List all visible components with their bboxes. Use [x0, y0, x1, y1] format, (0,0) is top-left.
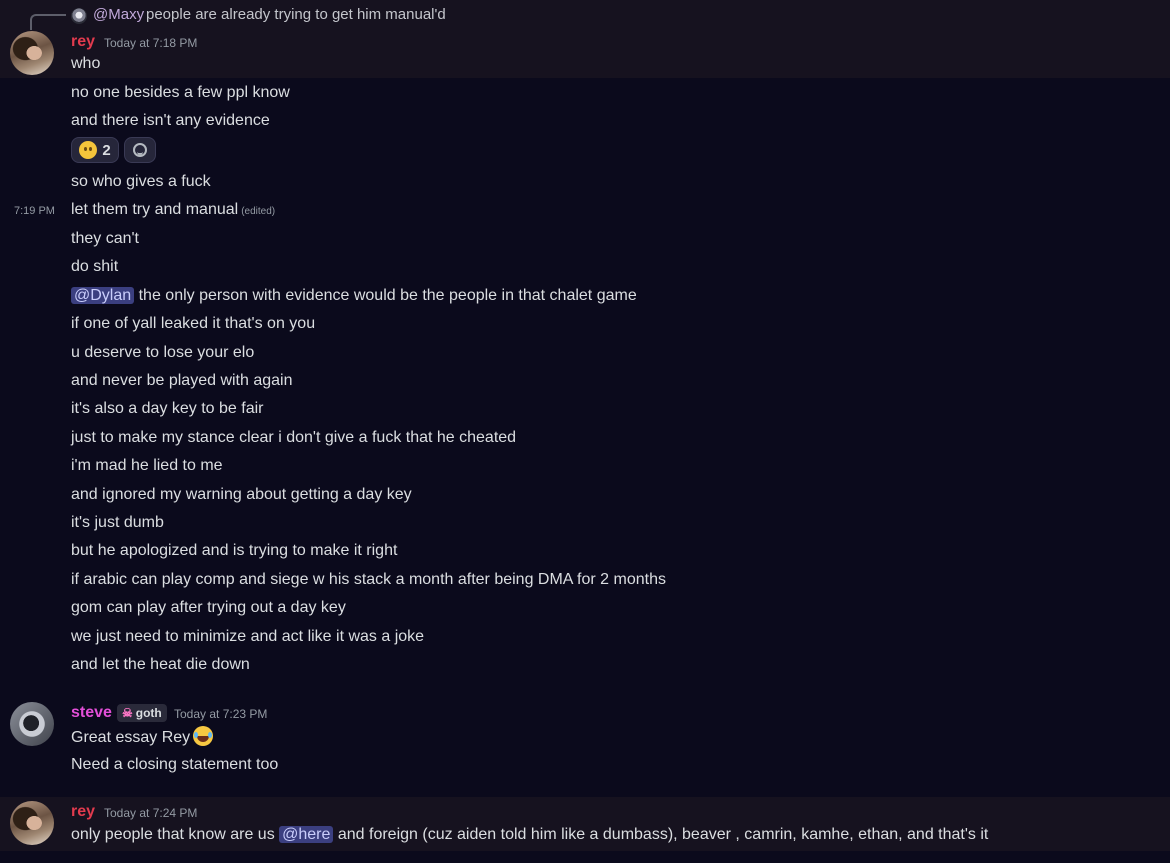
message-text: u deserve to lose your elo	[71, 344, 255, 361]
message-text: only people that know are us @here and f…	[71, 825, 988, 845]
reply-avatar[interactable]	[71, 8, 87, 24]
reply-text[interactable]: people are already trying to get him man…	[146, 6, 446, 23]
message-text: who	[71, 55, 101, 72]
avatar[interactable]	[10, 801, 54, 845]
message-text: if arabic can play comp and siege w his …	[71, 571, 666, 588]
author-name[interactable]: rey	[71, 803, 95, 821]
message-text: it's also a day key to be fair	[71, 400, 264, 417]
chat-view: @Maxy people are already trying to get h…	[0, 0, 1170, 863]
hover-timestamp[interactable]: 7:19 PM	[14, 205, 55, 217]
message-timestamp[interactable]: Today at 7:18 PM	[104, 36, 197, 50]
message-text: @Dylan the only person with evidence wou…	[71, 286, 637, 306]
reply-author[interactable]: @Maxy	[93, 6, 144, 23]
message-text: let them try and manual (edited)	[71, 200, 275, 222]
message-text: and there isn't any evidence	[71, 112, 270, 129]
neutral-face-icon	[79, 141, 98, 159]
message-text: Great essay Rey	[71, 726, 214, 748]
avatar[interactable]	[10, 702, 54, 746]
message-text: Need a closing statement too	[71, 756, 279, 773]
avatar[interactable]	[10, 31, 54, 75]
message-body: the only person with evidence would be t…	[134, 287, 637, 304]
edited-label: (edited)	[241, 206, 276, 217]
author-name[interactable]: steve	[71, 704, 112, 722]
message-text: and let the heat die down	[71, 656, 250, 673]
message-body: Great essay Rey	[71, 729, 191, 746]
message-text: they can't	[71, 230, 139, 247]
laughing-emoji-icon	[193, 726, 214, 746]
message-text: i'm mad he lied to me	[71, 457, 223, 474]
reaction-count: 2	[102, 141, 111, 159]
message-body: only people that know are us	[71, 826, 280, 843]
role-label: goth	[135, 706, 162, 720]
message-timestamp[interactable]: Today at 7:23 PM	[174, 707, 267, 721]
message-body: let them try and manual	[71, 201, 239, 218]
message-text: just to make my stance clear i don't giv…	[71, 429, 517, 446]
reply-preview[interactable]: @Maxy people are already trying to get h…	[0, 0, 1170, 30]
skull-icon: ☠	[122, 706, 133, 720]
reaction-neutral[interactable]: 2	[71, 137, 119, 163]
message-text: no one besides a few ppl know	[71, 84, 290, 101]
add-reaction-button[interactable]	[124, 137, 156, 163]
message-timestamp[interactable]: Today at 7:24 PM	[104, 806, 197, 820]
message-text: so who gives a fuck	[71, 173, 211, 190]
user-mention[interactable]: @Dylan	[71, 287, 135, 304]
message-text: we just need to minimize and act like it…	[71, 628, 425, 645]
message-text: if one of yall leaked it that's on you	[71, 315, 316, 332]
message-body: and foreign (cuz aiden told him like a d…	[333, 826, 989, 843]
message-text: and ignored my warning about getting a d…	[71, 486, 412, 503]
message-text: do shit	[71, 258, 119, 275]
message-text: and never be played with again	[71, 372, 293, 389]
reply-spine-icon	[30, 14, 66, 30]
message-text: it's just dumb	[71, 514, 164, 531]
message-text: but he apologized and is trying to make …	[71, 542, 398, 559]
add-reaction-icon	[133, 143, 147, 157]
role-badge[interactable]: ☠ goth	[117, 704, 167, 722]
here-mention[interactable]: @here	[279, 826, 334, 843]
author-name[interactable]: rey	[71, 33, 95, 51]
message-text: gom can play after trying out a day key	[71, 599, 346, 616]
